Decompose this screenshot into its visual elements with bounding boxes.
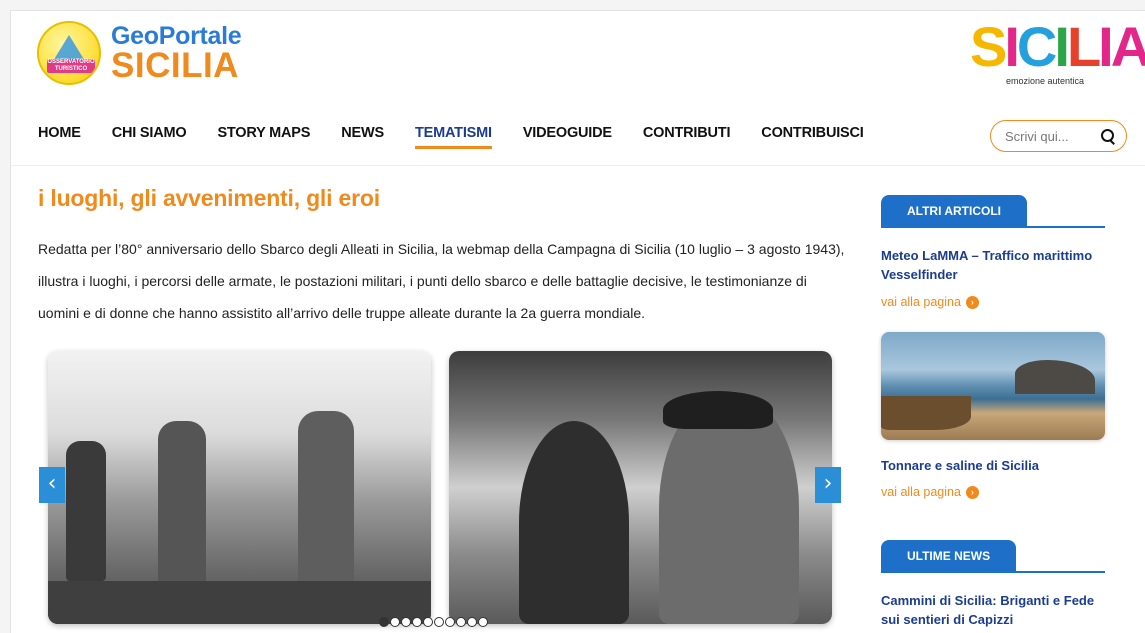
logo-title-top: GeoPortale xyxy=(111,21,242,50)
carousel-dot[interactable] xyxy=(379,617,389,627)
nav-item-contributi[interactable]: CONTRIBUTI xyxy=(643,125,731,149)
sidebar-article-meteo-link[interactable]: Meteo LaMMA – Traffico marittimo Vesself… xyxy=(881,246,1111,284)
nav-item-news[interactable]: NEWS xyxy=(341,125,384,149)
carousel-dot[interactable] xyxy=(456,617,466,627)
sidebar-article-tonnare-more[interactable]: vai alla pagina › xyxy=(881,485,979,499)
browser-viewport: OSSERVATORIO TURISTICO GeoPortale SICILI… xyxy=(10,10,1145,633)
nav-item-videoguide[interactable]: VIDEOGUIDE xyxy=(523,125,612,149)
sidebar-article-meteo-more[interactable]: vai alla pagina › xyxy=(881,295,979,309)
logo-title-bottom: SICILIA xyxy=(111,45,239,85)
tab-ultime-news[interactable]: ULTIME NEWS xyxy=(881,540,1017,572)
site-logo[interactable]: OSSERVATORIO TURISTICO GeoPortale SICILI… xyxy=(37,21,242,85)
nav-item-home[interactable]: HOME xyxy=(38,125,81,149)
carousel-dot[interactable] xyxy=(467,617,477,627)
nav-item-chi-siamo[interactable]: CHI SIAMO xyxy=(112,125,187,149)
nav-item-tematismi[interactable]: TEMATISMI xyxy=(414,125,492,149)
sidebar-divider xyxy=(881,226,1105,228)
carousel-dot[interactable] xyxy=(390,617,400,627)
chevron-right-icon: › xyxy=(965,485,979,499)
carousel-dot[interactable] xyxy=(478,617,488,627)
sidebar-article-tonnare-link[interactable]: Tonnare e saline di Sicilia xyxy=(881,456,1111,475)
carousel-dot[interactable] xyxy=(401,617,411,627)
search-box xyxy=(990,120,1127,152)
intro-paragraph: Redatta per l’80° anniversario dello Sba… xyxy=(38,241,845,321)
page-title: i luoghi, gli avvenimenti, gli eroi xyxy=(38,185,380,211)
sidebar-news-capizzi-link[interactable]: Cammini di Sicilia: Briganti e Fede sui … xyxy=(881,591,1111,629)
sidebar-divider xyxy=(881,571,1105,573)
sicilia-brand-logo[interactable]: SICILIA emozione autentica xyxy=(970,15,1145,87)
nav-item-story-maps[interactable]: STORY MAPS xyxy=(217,125,310,149)
search-icon[interactable] xyxy=(1100,128,1116,144)
carousel-dot[interactable] xyxy=(434,617,444,627)
carousel-dot[interactable] xyxy=(423,617,433,627)
carousel-dot[interactable] xyxy=(412,617,422,627)
carousel-slide-soldiers-photo[interactable] xyxy=(449,351,832,624)
carousel-dots xyxy=(379,617,489,627)
brand-wordmark: SICILIA xyxy=(970,15,1145,78)
sidebar-article-tonnare-image[interactable] xyxy=(881,332,1105,440)
search-input[interactable] xyxy=(1005,128,1095,144)
osservatorio-badge-icon: OSSERVATORIO TURISTICO xyxy=(37,21,101,85)
carousel-next-icon[interactable]: › xyxy=(815,467,841,503)
badge-label: OSSERVATORIO TURISTICO xyxy=(47,59,95,73)
main-nav: HOME CHI SIAMO STORY MAPS NEWS TEMATISMI… xyxy=(38,125,895,149)
chevron-right-icon: › xyxy=(965,295,979,309)
image-carousel: ‹ › xyxy=(38,351,843,633)
tab-altri-articoli[interactable]: ALTRI ARTICOLI xyxy=(881,195,1027,227)
carousel-prev-icon[interactable]: ‹ xyxy=(39,467,65,503)
carousel-dot[interactable] xyxy=(445,617,455,627)
carousel-slide-handshake-photo[interactable] xyxy=(48,351,431,624)
nav-item-contribuisci[interactable]: CONTRIBUISCI xyxy=(761,125,864,149)
site-header: OSSERVATORIO TURISTICO GeoPortale SICILI… xyxy=(11,11,1145,166)
